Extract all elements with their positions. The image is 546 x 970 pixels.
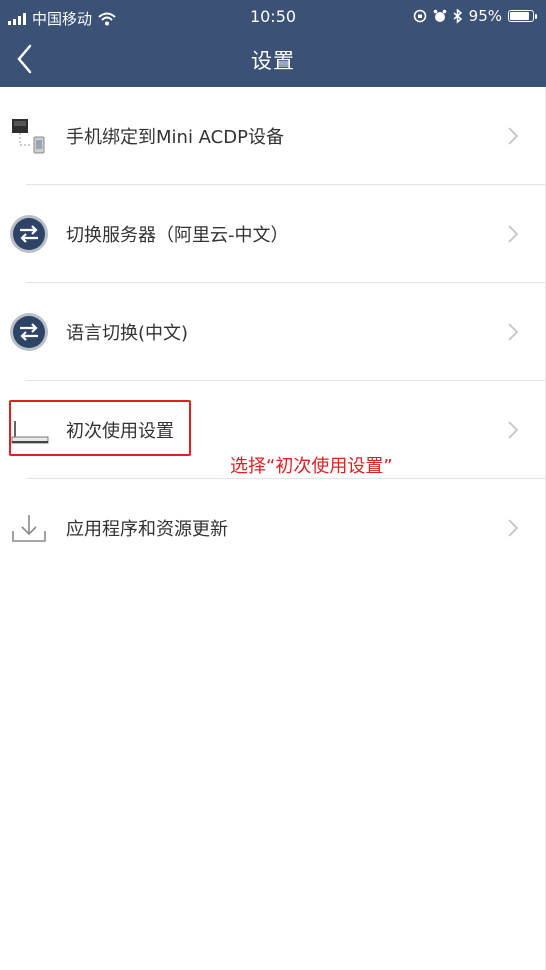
chevron-right-icon xyxy=(508,127,518,145)
annotation-text: 选择“初次使用设置” xyxy=(230,456,393,477)
swap-arrows-icon xyxy=(10,313,48,351)
orientation-lock-icon xyxy=(413,9,426,23)
bluetooth-icon xyxy=(453,8,462,24)
battery-percent: 95% xyxy=(468,7,502,25)
item-label: 语言切换(中文) xyxy=(66,323,189,344)
nav-bar: 设置 xyxy=(0,34,546,87)
battery-tip xyxy=(535,14,537,19)
chevron-right-icon xyxy=(508,323,518,341)
list-item-bind-device[interactable]: 手机绑定到Mini ACDP设备 xyxy=(0,87,546,185)
list-item-language[interactable]: 语言切换(中文) xyxy=(0,283,546,381)
battery-fill xyxy=(510,12,529,20)
highlight-box xyxy=(9,400,191,456)
chevron-right-icon xyxy=(508,519,518,537)
item-label: 手机绑定到Mini ACDP设备 xyxy=(66,127,284,148)
item-label: 应用程序和资源更新 xyxy=(66,519,228,540)
battery-icon xyxy=(508,10,537,22)
chevron-right-icon xyxy=(508,421,518,439)
status-bar: 中国移动 10:50 95% xyxy=(0,0,546,34)
chevron-right-icon xyxy=(508,225,518,243)
alarm-icon xyxy=(433,9,446,22)
settings-list: 手机绑定到Mini ACDP设备 切换服务器（阿里云-中文） 语言切换(中文) xyxy=(0,87,546,577)
item-label: 切换服务器（阿里云-中文） xyxy=(66,225,289,246)
app-header: 中国移动 10:50 95% 设置 xyxy=(0,0,546,87)
status-right: 95% xyxy=(413,7,537,25)
swap-arrows-icon xyxy=(10,215,48,253)
list-item-app-update[interactable]: 应用程序和资源更新 xyxy=(0,479,546,577)
list-item-switch-server[interactable]: 切换服务器（阿里云-中文） xyxy=(0,185,546,283)
page-title: 设置 xyxy=(251,49,295,73)
phone-device-bind-icon xyxy=(12,119,45,154)
download-icon xyxy=(12,515,46,542)
